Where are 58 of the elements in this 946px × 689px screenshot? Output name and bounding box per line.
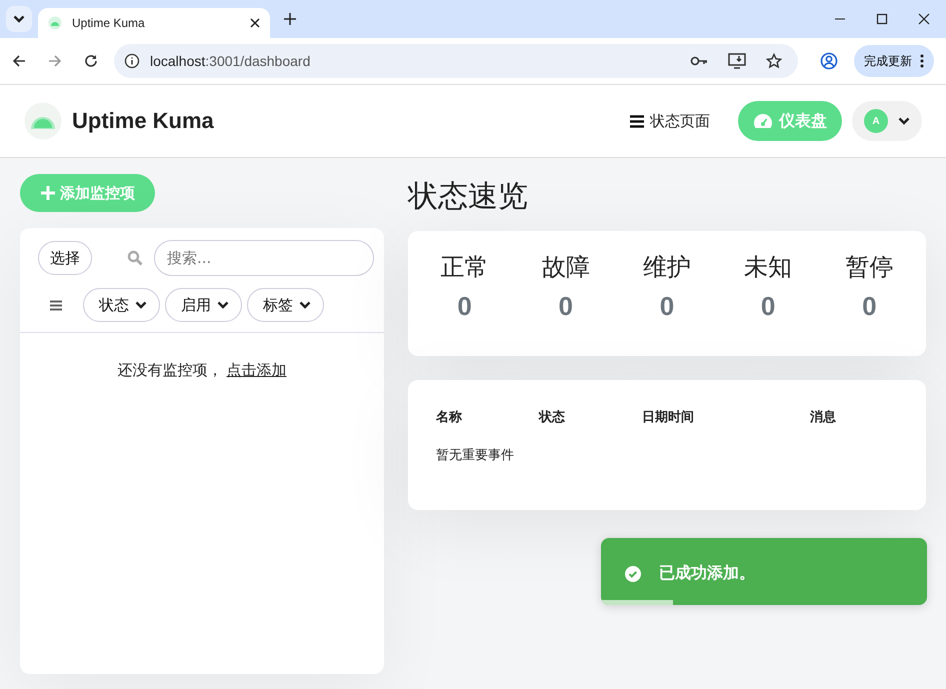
address-bar[interactable]: localhost:3001/dashboard bbox=[114, 44, 798, 78]
install-icon[interactable] bbox=[728, 53, 746, 69]
column-header: 消息 bbox=[810, 409, 837, 426]
empty-events-message: 暂无重要事件 bbox=[436, 447, 515, 464]
browser-tab[interactable]: Uptime Kuma bbox=[38, 8, 270, 38]
close-icon[interactable] bbox=[250, 18, 260, 28]
url-text: localhost:3001/dashboard bbox=[150, 53, 312, 69]
menu-icon[interactable] bbox=[50, 300, 62, 310]
filter-dropdown[interactable]: 状态 bbox=[83, 288, 160, 322]
forward-arrow-icon[interactable] bbox=[48, 54, 62, 68]
maximize-icon[interactable] bbox=[876, 13, 888, 25]
info-icon[interactable] bbox=[124, 53, 140, 69]
check-circle-icon bbox=[625, 566, 641, 582]
tab-title: Uptime Kuma bbox=[72, 16, 146, 30]
brand-name: Uptime Kuma bbox=[72, 108, 214, 134]
page-title: 状态速览 bbox=[408, 178, 529, 216]
search-icon bbox=[127, 250, 143, 266]
back-arrow-icon[interactable] bbox=[12, 54, 26, 68]
filter-dropdown[interactable]: 标签 bbox=[247, 288, 324, 322]
menu-icon bbox=[630, 114, 644, 128]
stat-label: 正常 bbox=[440, 252, 489, 283]
select-button[interactable]: 选择 bbox=[38, 241, 92, 275]
chevron-down-icon bbox=[217, 301, 229, 309]
profile-icon[interactable] bbox=[820, 52, 838, 70]
key-icon[interactable] bbox=[690, 55, 708, 67]
logo-icon bbox=[24, 102, 62, 140]
more-icon bbox=[920, 54, 924, 68]
stat-label: 维护 bbox=[642, 252, 691, 283]
stat-label: 故障 bbox=[542, 252, 590, 283]
close-icon[interactable] bbox=[918, 13, 930, 25]
stat-value: 0 bbox=[760, 291, 776, 322]
empty-message: 还没有监控项， bbox=[118, 361, 222, 379]
stat-label: 暂停 bbox=[845, 252, 894, 283]
search-field[interactable]: 搜索... bbox=[154, 240, 374, 276]
status-pages-link[interactable]: 状态页面 bbox=[624, 110, 716, 132]
chevron-down-icon bbox=[135, 301, 147, 309]
chevron-down-icon bbox=[13, 15, 25, 23]
update-button[interactable]: 完成更新 bbox=[854, 45, 934, 77]
stat-value: 0 bbox=[558, 291, 574, 322]
column-header: 日期时间 bbox=[642, 409, 695, 426]
stat-label: 未知 bbox=[744, 252, 792, 283]
new-tab-icon[interactable] bbox=[284, 13, 296, 25]
chevron-down-icon bbox=[898, 117, 910, 125]
stat-value: 0 bbox=[660, 291, 674, 322]
stat-value: 0 bbox=[457, 291, 472, 322]
star-icon[interactable] bbox=[766, 53, 782, 69]
gauge-icon bbox=[753, 113, 773, 129]
add-link[interactable]: 点击添加 bbox=[226, 361, 286, 379]
stat-value: 0 bbox=[862, 291, 877, 322]
column-header: 名称 bbox=[436, 409, 463, 426]
plus-icon bbox=[40, 185, 56, 201]
column-header: 状态 bbox=[539, 409, 566, 426]
toast-message: 已成功添加。 bbox=[659, 563, 755, 584]
logo-icon bbox=[48, 16, 62, 30]
chevron-down-icon bbox=[299, 301, 311, 309]
tab-list-button[interactable] bbox=[6, 6, 32, 32]
filter-dropdown[interactable]: 启用 bbox=[165, 288, 242, 322]
reload-icon[interactable] bbox=[84, 54, 98, 68]
